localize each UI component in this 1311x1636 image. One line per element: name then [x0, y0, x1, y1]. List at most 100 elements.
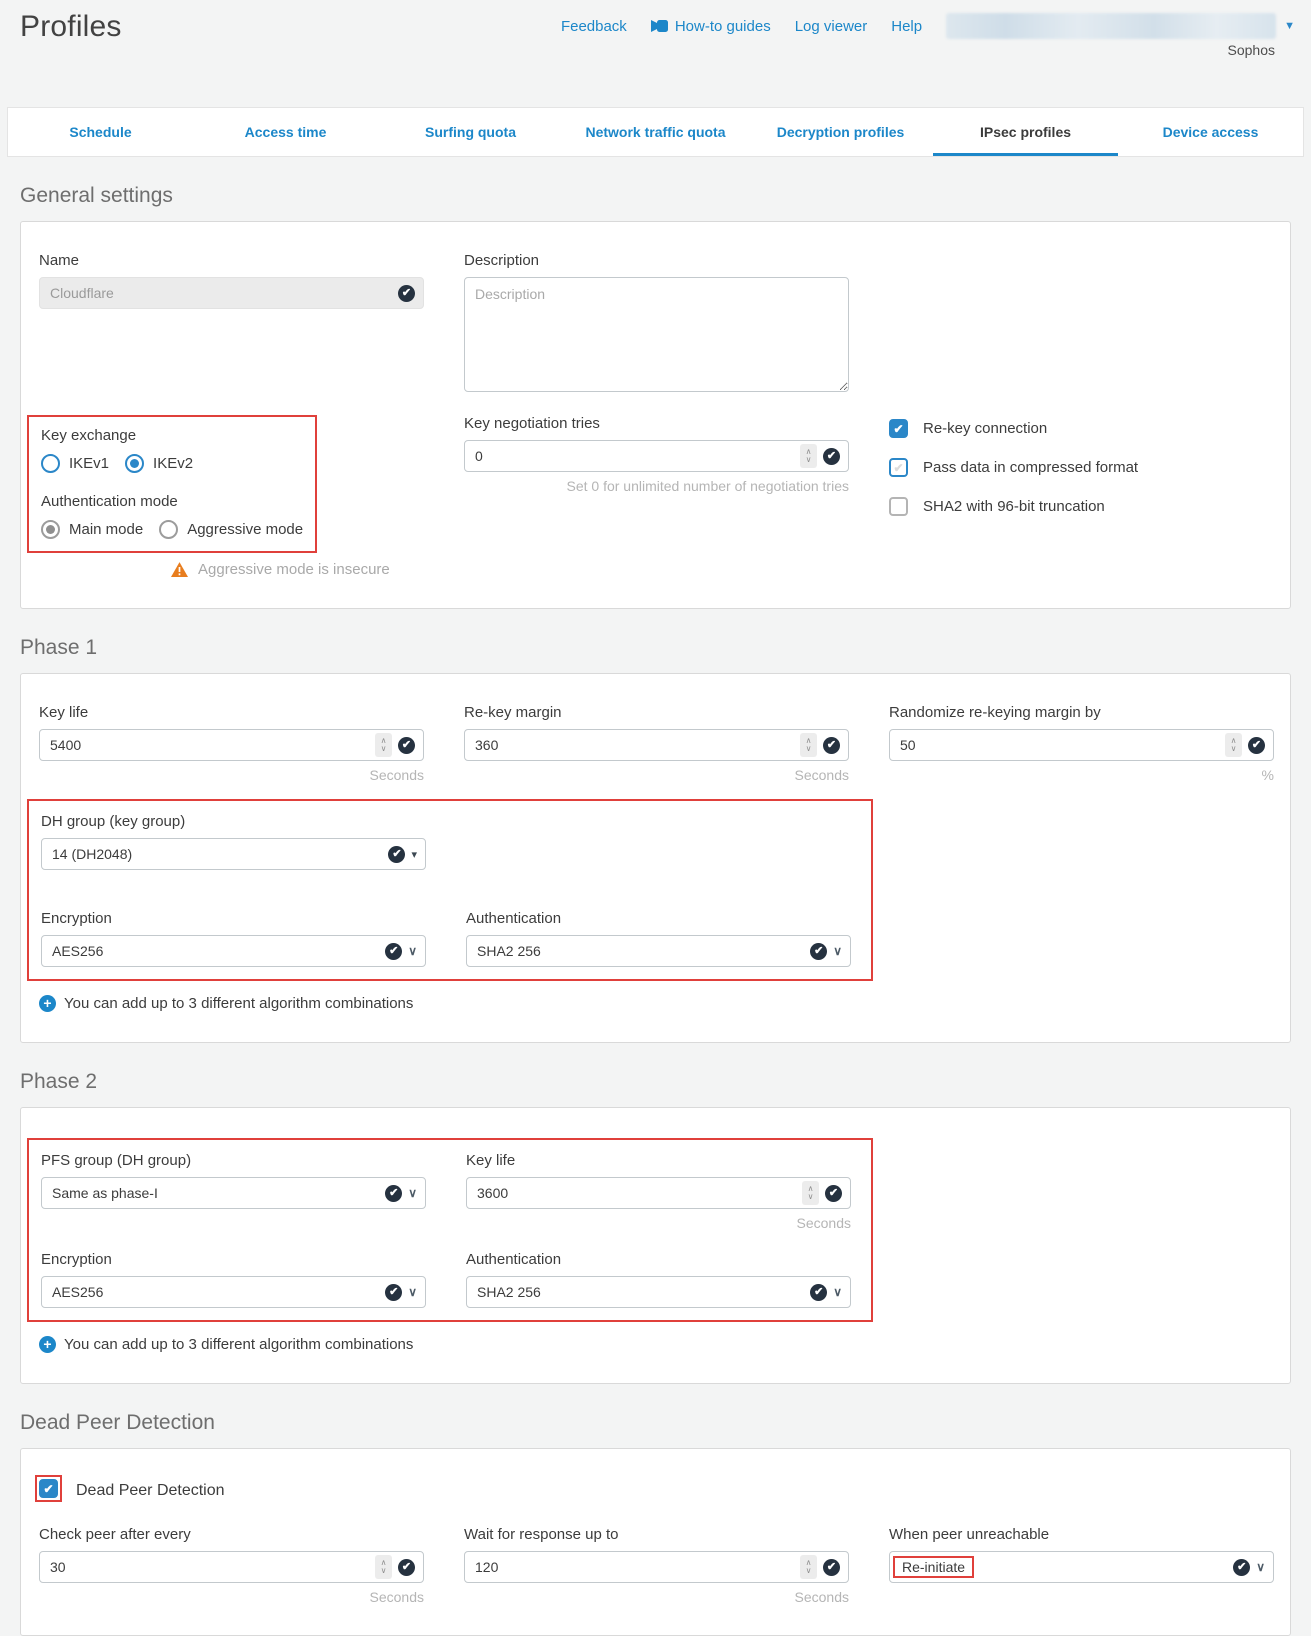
key-negotiation-input[interactable] — [475, 448, 794, 464]
valid-check-icon: ✔ — [823, 448, 840, 465]
tab-label: Network traffic quota — [585, 124, 725, 140]
description-textarea[interactable] — [464, 277, 849, 392]
number-stepper[interactable]: ∧∨ — [375, 733, 392, 757]
p1-authentication-value: SHA2 256 — [477, 943, 804, 959]
phase2-card: PFS group (DH group) Same as phase-I ✔ ∨… — [20, 1107, 1291, 1384]
dpd-wait-label: Wait for response up to — [464, 1526, 849, 1543]
key-negotiation-helper: Set 0 for unlimited number of negotiatio… — [464, 478, 849, 494]
p1-key-life-input[interactable] — [50, 737, 369, 753]
rekey-connection-checkbox-row[interactable]: ✔ Re-key connection — [889, 419, 1274, 438]
p2-authentication-select[interactable]: SHA2 256 ✔ ∨ — [466, 1276, 851, 1308]
compressed-format-checkbox[interactable]: ✔ — [889, 458, 908, 477]
valid-check-icon: ✔ — [398, 285, 415, 302]
account-dropdown[interactable]: ▼ — [946, 13, 1295, 39]
tab-access-time[interactable]: Access time — [193, 108, 378, 156]
p1-randomize-unit: % — [889, 767, 1274, 783]
howto-guides-link[interactable]: How-to guides — [651, 18, 771, 35]
p2-encryption-select[interactable]: AES256 ✔ ∨ — [41, 1276, 426, 1308]
compressed-format-label: Pass data in compressed format — [923, 459, 1138, 476]
p1-rekey-margin-field-wrap: ∧∨ ✔ — [464, 729, 849, 761]
p1-add-combination-note[interactable]: + You can add up to 3 different algorith… — [39, 995, 1272, 1012]
p2-add-combination-note[interactable]: + You can add up to 3 different algorith… — [39, 1336, 1272, 1353]
phase1-algorithms-highlight-box: DH group (key group) 14 (DH2048) ✔ ▾ Enc… — [27, 799, 873, 981]
chevron-down-icon: ▼ — [1284, 20, 1295, 32]
tab-ipsec-profiles[interactable]: IPsec profiles — [933, 108, 1118, 156]
p1-dh-group-select[interactable]: 14 (DH2048) ✔ ▾ — [41, 838, 426, 870]
number-stepper[interactable]: ∧∨ — [802, 1181, 819, 1205]
rekey-connection-label: Re-key connection — [923, 420, 1047, 437]
p2-pfs-group-select[interactable]: Same as phase-I ✔ ∨ — [41, 1177, 426, 1209]
dpd-unreachable-value: Re-initiate — [902, 1559, 965, 1575]
tab-device-access[interactable]: Device access — [1118, 108, 1303, 156]
radio-ikev1-label: IKEv1 — [69, 455, 109, 472]
radio-aggressive-mode-label: Aggressive mode — [187, 521, 303, 538]
video-camera-icon — [651, 20, 668, 32]
p1-dh-group-value: 14 (DH2048) — [52, 846, 382, 862]
p1-authentication-label: Authentication — [466, 910, 851, 927]
description-label: Description — [464, 252, 849, 269]
dpd-toggle-row[interactable]: ✔ Dead Peer Detection — [39, 1479, 1272, 1502]
p1-randomize-field-wrap: ∧∨ ✔ — [889, 729, 1274, 761]
dpd-check-peer-input[interactable] — [50, 1559, 369, 1575]
page-header: Profiles Feedback How-to guides Log view… — [0, 0, 1311, 107]
tab-surfing-quota[interactable]: Surfing quota — [378, 108, 563, 156]
add-plus-icon[interactable]: + — [39, 1336, 56, 1353]
dpd-wait-input[interactable] — [475, 1559, 794, 1575]
name-field-wrap: ✔ — [39, 277, 424, 309]
sha2-truncation-checkbox-row[interactable]: SHA2 with 96-bit truncation — [889, 497, 1274, 516]
log-viewer-label: Log viewer — [795, 18, 868, 35]
p1-key-life-field-wrap: ∧∨ ✔ — [39, 729, 424, 761]
sha2-truncation-label: SHA2 with 96-bit truncation — [923, 498, 1105, 515]
p1-dh-group-label: DH group (key group) — [41, 813, 426, 830]
howto-guides-label: How-to guides — [675, 18, 771, 35]
add-plus-icon[interactable]: + — [39, 995, 56, 1012]
compressed-format-checkbox-row[interactable]: ✔ Pass data in compressed format — [889, 458, 1274, 477]
tab-decryption-profiles[interactable]: Decryption profiles — [748, 108, 933, 156]
rekey-connection-checkbox[interactable]: ✔ — [889, 419, 908, 438]
radio-ikev1[interactable]: IKEv1 — [41, 454, 109, 473]
valid-check-icon: ✔ — [1248, 737, 1265, 754]
radio-aggressive-mode-control[interactable] — [159, 520, 178, 539]
valid-check-icon: ✔ — [825, 1185, 842, 1202]
radio-main-mode[interactable]: Main mode — [41, 520, 143, 539]
number-stepper[interactable]: ∧∨ — [375, 1555, 392, 1579]
p2-key-life-field-wrap: ∧∨ ✔ — [466, 1177, 851, 1209]
feedback-link[interactable]: Feedback — [561, 18, 627, 35]
p2-key-life-unit: Seconds — [466, 1215, 851, 1231]
number-stepper[interactable]: ∧∨ — [800, 444, 817, 468]
number-stepper[interactable]: ∧∨ — [1225, 733, 1242, 757]
dpd-unreachable-select[interactable]: Re-initiate ✔ ∨ — [889, 1551, 1274, 1583]
tab-network-traffic-quota[interactable]: Network traffic quota — [563, 108, 748, 156]
warning-triangle-icon — [171, 562, 188, 577]
radio-main-mode-label: Main mode — [69, 521, 143, 538]
p2-key-life-input[interactable] — [477, 1185, 796, 1201]
dpd-checkbox[interactable]: ✔ — [39, 1479, 58, 1498]
name-input[interactable] — [50, 285, 392, 301]
valid-check-icon: ✔ — [823, 737, 840, 754]
sha2-truncation-checkbox[interactable] — [889, 497, 908, 516]
top-nav: Feedback How-to guides Log viewer Help ▼ — [561, 13, 1295, 39]
valid-check-icon: ✔ — [385, 1185, 402, 1202]
radio-main-mode-control[interactable] — [41, 520, 60, 539]
radio-ikev1-control[interactable] — [41, 454, 60, 473]
p1-encryption-select[interactable]: AES256 ✔ ∨ — [41, 935, 426, 967]
number-stepper[interactable]: ∧∨ — [800, 1555, 817, 1579]
radio-ikev2[interactable]: IKEv2 — [125, 454, 193, 473]
key-negotiation-field-wrap: ∧∨ ✔ — [464, 440, 849, 472]
tab-label: IPsec profiles — [980, 124, 1071, 140]
p1-authentication-select[interactable]: SHA2 256 ✔ ∨ — [466, 935, 851, 967]
tab-schedule[interactable]: Schedule — [8, 108, 193, 156]
phase1-heading: Phase 1 — [20, 636, 1291, 660]
help-link[interactable]: Help — [891, 18, 922, 35]
dropdown-triangle-icon: ▾ — [411, 848, 417, 861]
chevron-down-icon: ∨ — [833, 944, 842, 958]
chevron-down-icon: ∨ — [833, 1285, 842, 1299]
log-viewer-link[interactable]: Log viewer — [795, 18, 868, 35]
number-stepper[interactable]: ∧∨ — [800, 733, 817, 757]
radio-ikev2-control[interactable] — [125, 454, 144, 473]
reinitiate-highlight-box: Re-initiate — [893, 1556, 974, 1578]
radio-aggressive-mode[interactable]: Aggressive mode — [159, 520, 303, 539]
p1-randomize-input[interactable] — [900, 737, 1219, 753]
valid-check-icon: ✔ — [388, 846, 405, 863]
p1-rekey-margin-input[interactable] — [475, 737, 794, 753]
